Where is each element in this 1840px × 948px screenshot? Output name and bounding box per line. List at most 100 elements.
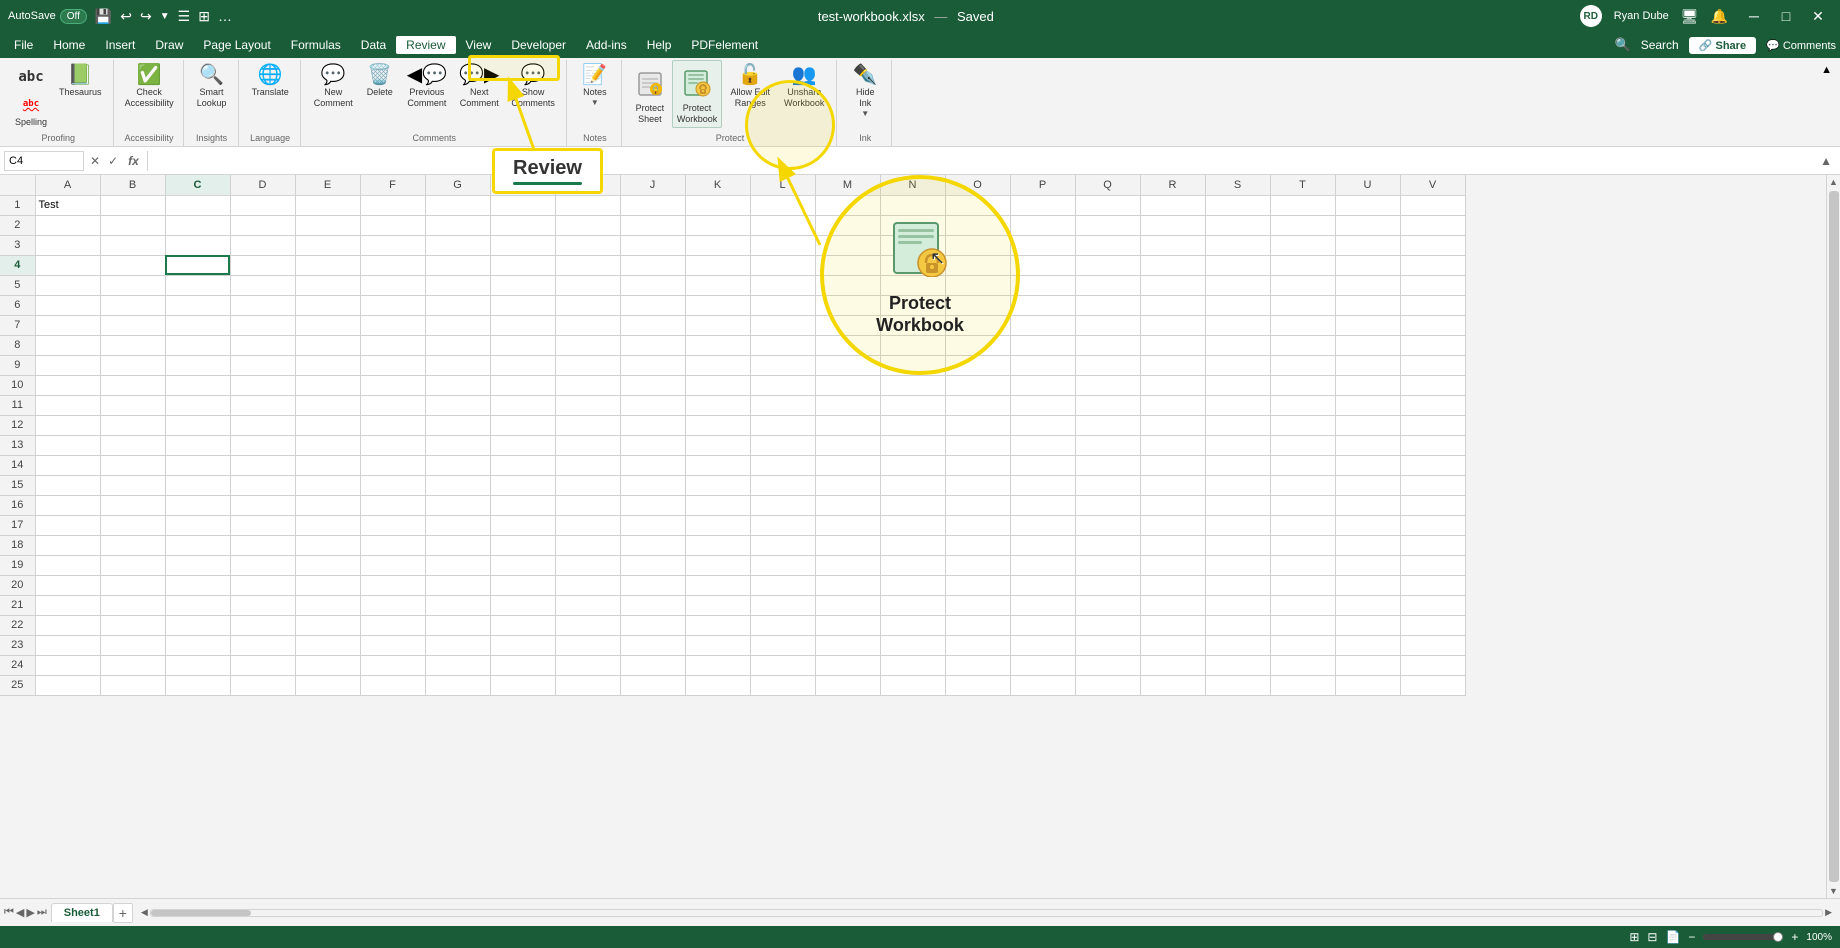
cell-T24[interactable] [1270,655,1335,675]
cell-Q24[interactable] [1075,655,1140,675]
cell-C16[interactable] [165,495,230,515]
row-header-14[interactable]: 14 [0,455,35,475]
cell-G25[interactable] [425,675,490,695]
col-header-R[interactable]: R [1140,175,1205,195]
cell-K24[interactable] [685,655,750,675]
cell-T4[interactable] [1270,255,1335,275]
cell-I5[interactable] [555,275,620,295]
cell-N11[interactable] [880,395,945,415]
cell-H10[interactable] [490,375,555,395]
cell-I11[interactable] [555,395,620,415]
cell-S5[interactable] [1205,275,1270,295]
cell-A10[interactable] [35,375,100,395]
menu-item-insert[interactable]: Insert [95,36,145,54]
row-header-3[interactable]: 3 [0,235,35,255]
user-avatar[interactable]: RD [1580,5,1602,27]
col-header-F[interactable]: F [360,175,425,195]
cell-U15[interactable] [1335,475,1400,495]
cell-O6[interactable] [945,295,1010,315]
col-header-Q[interactable]: Q [1075,175,1140,195]
cell-R2[interactable] [1140,215,1205,235]
cell-L7[interactable] [750,315,815,335]
cell-M19[interactable] [815,555,880,575]
cell-I18[interactable] [555,535,620,555]
cell-H2[interactable] [490,215,555,235]
cell-C21[interactable] [165,595,230,615]
cell-I25[interactable] [555,675,620,695]
cell-N23[interactable] [880,635,945,655]
cell-B20[interactable] [100,575,165,595]
cell-N6[interactable] [880,295,945,315]
col-header-P[interactable]: P [1010,175,1075,195]
formula-cancel-icon[interactable]: ✕ [88,154,102,168]
col-header-T[interactable]: T [1270,175,1335,195]
last-sheet-icon[interactable]: ⏭ [37,906,47,919]
cell-E17[interactable] [295,515,360,535]
menu-item-page-layout[interactable]: Page Layout [193,36,280,54]
cell-G4[interactable] [425,255,490,275]
save-icon[interactable]: 💾 [95,8,112,25]
cell-T21[interactable] [1270,595,1335,615]
cell-F23[interactable] [360,635,425,655]
cell-R24[interactable] [1140,655,1205,675]
col-header-K[interactable]: K [685,175,750,195]
cell-V13[interactable] [1400,435,1465,455]
cell-D5[interactable] [230,275,295,295]
next-sheet-icon[interactable]: ▶ [26,906,34,919]
cell-C14[interactable] [165,455,230,475]
cell-L2[interactable] [750,215,815,235]
cell-P5[interactable] [1010,275,1075,295]
cell-B22[interactable] [100,615,165,635]
cell-S2[interactable] [1205,215,1270,235]
cell-F11[interactable] [360,395,425,415]
cell-H20[interactable] [490,575,555,595]
cell-I4[interactable] [555,255,620,275]
cell-U17[interactable] [1335,515,1400,535]
cell-A7[interactable] [35,315,100,335]
cell-L13[interactable] [750,435,815,455]
cell-J7[interactable] [620,315,685,335]
cell-H7[interactable] [490,315,555,335]
cell-K8[interactable] [685,335,750,355]
cell-V20[interactable] [1400,575,1465,595]
cell-S19[interactable] [1205,555,1270,575]
cell-F6[interactable] [360,295,425,315]
cell-M22[interactable] [815,615,880,635]
row-header-2[interactable]: 2 [0,215,35,235]
cell-V9[interactable] [1400,355,1465,375]
cell-M3[interactable] [815,235,880,255]
previous-comment-button[interactable]: ◀💬 PreviousComment [402,60,452,112]
cell-C5[interactable] [165,275,230,295]
row-header-20[interactable]: 20 [0,575,35,595]
autosave-toggle-btn[interactable]: Off [60,9,87,24]
cell-L22[interactable] [750,615,815,635]
notes-button[interactable]: 📝 Notes ▼ [575,60,615,110]
cell-L8[interactable] [750,335,815,355]
cell-I13[interactable] [555,435,620,455]
menu-item-view[interactable]: View [456,36,502,54]
cell-P20[interactable] [1010,575,1075,595]
cell-A4[interactable] [35,255,100,275]
cell-V8[interactable] [1400,335,1465,355]
cell-J19[interactable] [620,555,685,575]
cell-D13[interactable] [230,435,295,455]
cell-G6[interactable] [425,295,490,315]
cell-V6[interactable] [1400,295,1465,315]
thesaurus-button[interactable]: 📗 Thesaurus [54,60,107,101]
cell-M9[interactable] [815,355,880,375]
cell-G11[interactable] [425,395,490,415]
cell-I9[interactable] [555,355,620,375]
col-header-D[interactable]: D [230,175,295,195]
vertical-scrollbar[interactable]: ▲ ▼ [1826,175,1840,898]
cell-M8[interactable] [815,335,880,355]
menu-item-help[interactable]: Help [637,36,682,54]
formula-fx-icon[interactable]: fx [124,154,143,168]
cell-N3[interactable] [880,235,945,255]
cell-R19[interactable] [1140,555,1205,575]
cell-K20[interactable] [685,575,750,595]
cell-P3[interactable] [1010,235,1075,255]
cell-D2[interactable] [230,215,295,235]
cell-U23[interactable] [1335,635,1400,655]
cell-N25[interactable] [880,675,945,695]
row-header-6[interactable]: 6 [0,295,35,315]
